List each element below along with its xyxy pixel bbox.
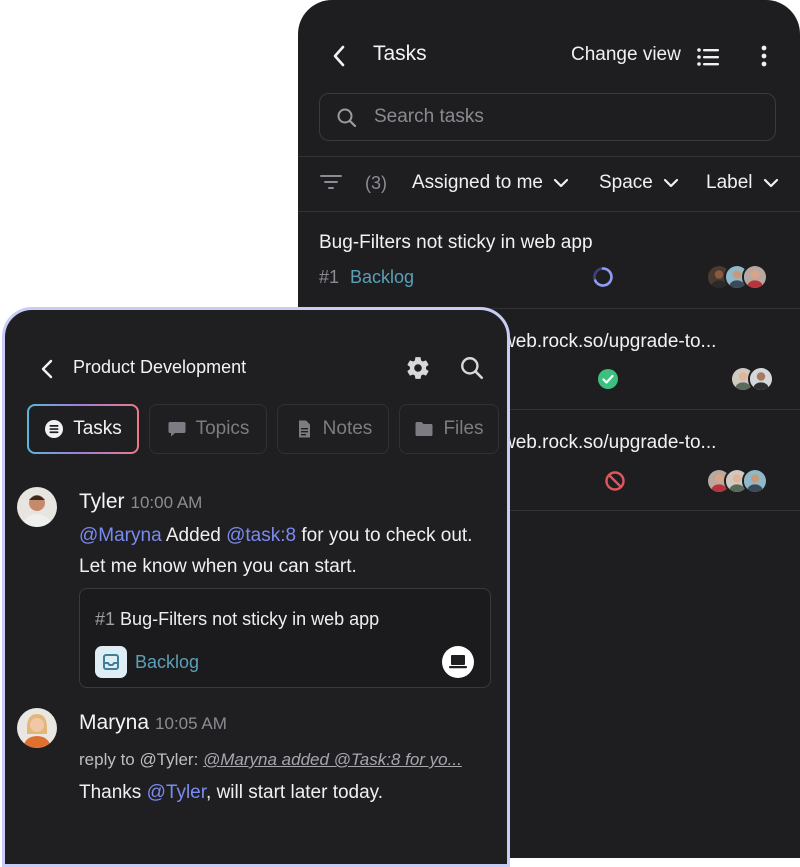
- task-number: #1: [319, 267, 340, 287]
- filter-bar: (3) Assigned to me Space Label: [298, 156, 800, 211]
- message-text-part: Thanks: [79, 782, 147, 803]
- tab-label: Notes: [322, 418, 373, 439]
- tab-files[interactable]: Files: [399, 404, 499, 454]
- assignee-avatars: [706, 264, 768, 290]
- task-title: web.rock.so/upgrade-to...: [502, 331, 717, 352]
- filter-label: Assigned to me: [412, 172, 543, 193]
- user-mention[interactable]: @Maryna: [79, 525, 162, 546]
- laptop-icon: [442, 646, 474, 678]
- blocked-icon: [605, 471, 625, 491]
- task-list-icon: [45, 420, 64, 438]
- user-mention[interactable]: @Tyler: [147, 782, 206, 803]
- message-text: Thanks @Tyler, will start later today.: [79, 777, 499, 808]
- filter-label: Label: [706, 172, 753, 193]
- filter-assigned-to-me[interactable]: Assigned to me: [412, 172, 569, 194]
- filter-label: Space: [599, 172, 653, 193]
- message-text-part: Added: [161, 525, 227, 546]
- message-time: 10:00 AM: [130, 493, 203, 512]
- tab-tasks[interactable]: Tasks: [27, 404, 139, 454]
- tab-label: Topics: [195, 418, 250, 439]
- done-check-icon: [598, 369, 618, 389]
- author-name[interactable]: Tyler: [79, 490, 125, 513]
- search-input[interactable]: [372, 94, 762, 140]
- in-progress-ring-icon: [593, 267, 613, 287]
- task-preview-card[interactable]: #1 Bug-Filters not sticky in web app Bac…: [79, 588, 491, 688]
- change-view-button[interactable]: Change view: [571, 44, 681, 66]
- task-title: web.rock.so/upgrade-to...: [502, 432, 717, 453]
- inbox-tray-icon: [95, 646, 127, 678]
- message-time: 10:05 AM: [155, 714, 227, 733]
- tab-label: Files: [443, 418, 484, 439]
- chevron-down-icon: [663, 178, 678, 188]
- reply-reference[interactable]: reply to @Tyler: @Maryna added @Task:8 f…: [79, 750, 462, 770]
- tab-label: Tasks: [73, 418, 122, 439]
- back-arrow-icon[interactable]: [328, 44, 352, 68]
- tab-topics[interactable]: Topics: [149, 404, 267, 454]
- message-text-part: , will start later today.: [206, 782, 384, 803]
- back-arrow-icon[interactable]: [37, 358, 59, 380]
- filter-space[interactable]: Space: [599, 172, 679, 194]
- avatar[interactable]: [17, 708, 57, 748]
- assignee-avatars: [706, 468, 768, 494]
- card-status: Backlog: [135, 652, 200, 672]
- folder-icon: [415, 422, 433, 436]
- filter-icon[interactable]: [319, 172, 343, 192]
- filter-count: (3): [365, 173, 387, 193]
- avatar: [742, 468, 768, 494]
- card-number: #1: [95, 609, 116, 629]
- reply-prefix: reply to @Tyler:: [79, 750, 204, 769]
- message-header: Tyler 10:00 AM: [79, 490, 202, 514]
- task-mention[interactable]: @task:8: [226, 525, 296, 546]
- avatar: [742, 264, 768, 290]
- chevron-down-icon: [553, 178, 569, 188]
- search-tasks-field[interactable]: [319, 93, 776, 141]
- assignee-avatars: [730, 366, 774, 392]
- task-row[interactable]: Bug-Filters not sticky in web app #1 Bac…: [298, 212, 800, 308]
- author-name[interactable]: Maryna: [79, 711, 149, 734]
- card-title: #1 Bug-Filters not sticky in web app: [95, 609, 379, 630]
- search-icon[interactable]: [459, 355, 485, 381]
- avatar[interactable]: [17, 487, 57, 527]
- reply-quote[interactable]: @Maryna added @Task:8 for yo...: [203, 750, 462, 769]
- message-header: Maryna 10:05 AM: [79, 711, 227, 735]
- chevron-down-icon: [763, 178, 778, 188]
- card-task-title: Bug-Filters not sticky in web app: [120, 609, 380, 629]
- gear-icon[interactable]: [405, 355, 431, 381]
- chat-bubble-icon: [168, 422, 186, 437]
- tab-notes[interactable]: Notes: [277, 404, 389, 454]
- page-title: Tasks: [373, 42, 427, 65]
- task-title: Bug-Filters not sticky in web app: [319, 232, 593, 253]
- avatar: [748, 366, 774, 392]
- more-options-icon[interactable]: [754, 44, 774, 68]
- space-chat-screen: Product Development Tasks Topics Notes F…: [2, 307, 510, 867]
- task-status: Backlog: [350, 267, 415, 287]
- filter-label-dropdown[interactable]: Label: [706, 172, 779, 194]
- space-title: Product Development: [73, 357, 247, 377]
- document-icon: [298, 420, 310, 438]
- list-view-icon[interactable]: [696, 46, 720, 68]
- search-icon: [337, 108, 357, 128]
- message-text: @Maryna Added @task:8 for you to check o…: [79, 520, 499, 582]
